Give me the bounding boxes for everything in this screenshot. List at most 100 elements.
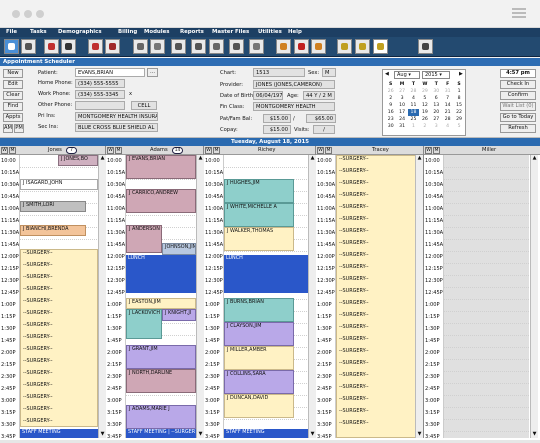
month-toggle[interactable]: M <box>325 147 332 154</box>
appointment-block[interactable]: J JONES,BO <box>58 155 98 166</box>
appointment-block[interactable]: J CARRICO,ANDREW <box>126 189 196 213</box>
appointment-block[interactable]: JOHNSON,JIM <box>162 243 196 255</box>
lunch-block[interactable]: LUNCH <box>224 255 308 293</box>
age-field[interactable]: 44 Y / 2 M <box>303 91 335 100</box>
clear-button[interactable]: Clear <box>3 91 23 100</box>
find-button[interactable]: Find <box>3 102 23 111</box>
month-toggle[interactable]: M <box>433 147 440 154</box>
calendar-day[interactable]: 13 <box>431 102 442 109</box>
calendar-day[interactable]: 3 <box>431 123 442 130</box>
calendar-day[interactable]: 12 <box>419 102 430 109</box>
calendar-day[interactable]: 26 <box>385 88 396 95</box>
appointment-cells[interactable]: J JONES,BO J ISAGARD,JOHN J SMITH,LORI J… <box>19 155 98 438</box>
calendar-day[interactable]: 21 <box>442 109 453 116</box>
calendar-day[interactable]: 20 <box>431 109 442 116</box>
calendar-day[interactable]: 30 <box>385 123 396 130</box>
family-balance-field[interactable]: $65.00 <box>306 114 336 123</box>
calendar-day[interactable]: 2 <box>419 123 430 130</box>
appointment-block[interactable]: J MILLER,AMBER <box>224 346 294 370</box>
pm-button[interactable]: PM <box>14 124 24 133</box>
calendar-day[interactable]: 15 <box>453 102 464 109</box>
lunch-block[interactable]: LUNCH <box>126 255 196 293</box>
sex-field[interactable]: M <box>322 68 336 77</box>
printer-icon[interactable] <box>311 39 326 54</box>
forms-icon[interactable] <box>209 39 224 54</box>
calendar-day[interactable]: 25 <box>408 116 419 123</box>
users-icon[interactable] <box>21 39 36 54</box>
week-toggle[interactable]: W <box>205 147 212 154</box>
refresh-button[interactable]: Refresh <box>500 124 536 133</box>
bar-chart-icon[interactable] <box>355 39 370 54</box>
surgery-block[interactable]: --SURGERY-- --SURGERY-- --SURGERY-- --SURG… <box>20 249 98 427</box>
calendar-day[interactable]: 23 <box>385 116 396 123</box>
calendar-day[interactable]: 24 <box>396 116 407 123</box>
calendar-day[interactable]: 28 <box>408 88 419 95</box>
calendar-day[interactable]: 16 <box>385 109 396 116</box>
calculator-icon[interactable] <box>133 39 148 54</box>
calendar-day[interactable]: 6 <box>431 95 442 102</box>
window-dot-icon[interactable] <box>36 10 44 18</box>
home-phone-field[interactable]: (334) 555-5555 <box>75 79 125 88</box>
patient-field[interactable]: EVANS,BRIAN <box>75 68 145 77</box>
calendar-day[interactable]: 4 <box>442 123 453 130</box>
secondary-insurance-field[interactable]: BLUE CROSS BLUE SHIELD AL <box>75 123 158 132</box>
calendar-day[interactable]: 28 <box>442 116 453 123</box>
provider-field[interactable]: JONES (JONES,CAMERON) <box>253 80 335 89</box>
calendar-day[interactable]: 4 <box>408 95 419 102</box>
calendar-day[interactable]: 26 <box>419 116 430 123</box>
menu-billing[interactable]: Billing <box>118 29 137 35</box>
calendar-day[interactable]: 30 <box>431 88 442 95</box>
menu-file[interactable]: File <box>6 29 17 35</box>
edit-button[interactable]: Edit <box>3 80 23 89</box>
hamburger-menu-icon[interactable] <box>512 8 526 19</box>
menu-modules[interactable]: Modules <box>144 29 169 35</box>
appointment-block[interactable]: J ISAGARD,JOHN <box>20 179 98 190</box>
chart-icon[interactable] <box>337 39 352 54</box>
patient-icon[interactable] <box>4 39 19 54</box>
appointment-block[interactable]: J COLLINS,SARA <box>224 370 294 394</box>
appointment-block[interactable]: J NORTH,DARLINE <box>126 369 196 393</box>
keys-icon[interactable] <box>418 39 433 54</box>
prev-month-icon[interactable]: ◀ <box>385 71 389 77</box>
calendar-day[interactable]: 1 <box>408 123 419 130</box>
calendar-day[interactable]: 9 <box>385 102 396 109</box>
appointment-block[interactable]: J ADAMS,MARIE J <box>126 405 196 429</box>
staff-meeting-block[interactable]: STAFF MEETING <box>20 429 98 438</box>
am-button[interactable]: AM <box>3 124 13 133</box>
go-to-today-button[interactable]: Go to Today <box>500 113 536 122</box>
calendar-day[interactable]: 7 <box>442 95 453 102</box>
appointment-block[interactable]: J HUGHES,JIM <box>224 179 294 203</box>
wait-list-button[interactable]: Wait List (0) <box>500 102 536 111</box>
copay-field[interactable]: $15.00 <box>263 125 291 134</box>
other-phone-field[interactable] <box>75 101 125 110</box>
calendar-day[interactable]: 18 <box>407 109 420 116</box>
staff-meeting-block[interactable]: STAFF MEETING | --SURGER <box>126 429 196 438</box>
appointment-block[interactable]: J WHITE,MICHELLE A <box>224 203 294 227</box>
calendar-day[interactable]: 2 <box>385 95 396 102</box>
calendar-day[interactable]: 29 <box>453 116 464 123</box>
window-dot-icon[interactable] <box>12 10 20 18</box>
year-select[interactable]: 2015 ▾ <box>422 71 450 79</box>
menu-reports[interactable]: Reports <box>180 29 204 35</box>
chart-field[interactable]: 1513 <box>253 68 305 77</box>
appointment-cells[interactable]: J EVANS,BRIAN J CARRICO,ANDREW J ANDERSO… <box>125 155 196 438</box>
menu-master-files[interactable]: Master Files <box>212 29 249 35</box>
menu-utilities[interactable]: Utilities <box>258 29 282 35</box>
calendar-day[interactable]: 8 <box>453 95 464 102</box>
scrollbar[interactable]: ▲ ▼ <box>196 155 204 438</box>
calendar-day[interactable]: 19 <box>419 109 430 116</box>
appointment-cells[interactable] <box>443 155 529 438</box>
calendar-day[interactable]: 14 <box>442 102 453 109</box>
phone-type-field[interactable]: CELL <box>131 101 157 110</box>
calendar-day[interactable]: 27 <box>396 88 407 95</box>
person-icon[interactable] <box>61 39 76 54</box>
calendar-day[interactable]: 5 <box>419 95 430 102</box>
calendar-day[interactable]: 11 <box>408 102 419 109</box>
patient-balance-field[interactable]: $15.00 <box>263 114 291 123</box>
appointment-block[interactable]: J BIANCHI,BRENDA <box>20 225 86 236</box>
menu-demographics[interactable]: Demographics <box>58 29 102 35</box>
calendar-day[interactable]: 5 <box>453 123 464 130</box>
week-toggle[interactable]: W <box>425 147 432 154</box>
appointment-block[interactable]: J SMITH,LORI <box>20 201 86 212</box>
tools-icon[interactable] <box>229 39 244 54</box>
